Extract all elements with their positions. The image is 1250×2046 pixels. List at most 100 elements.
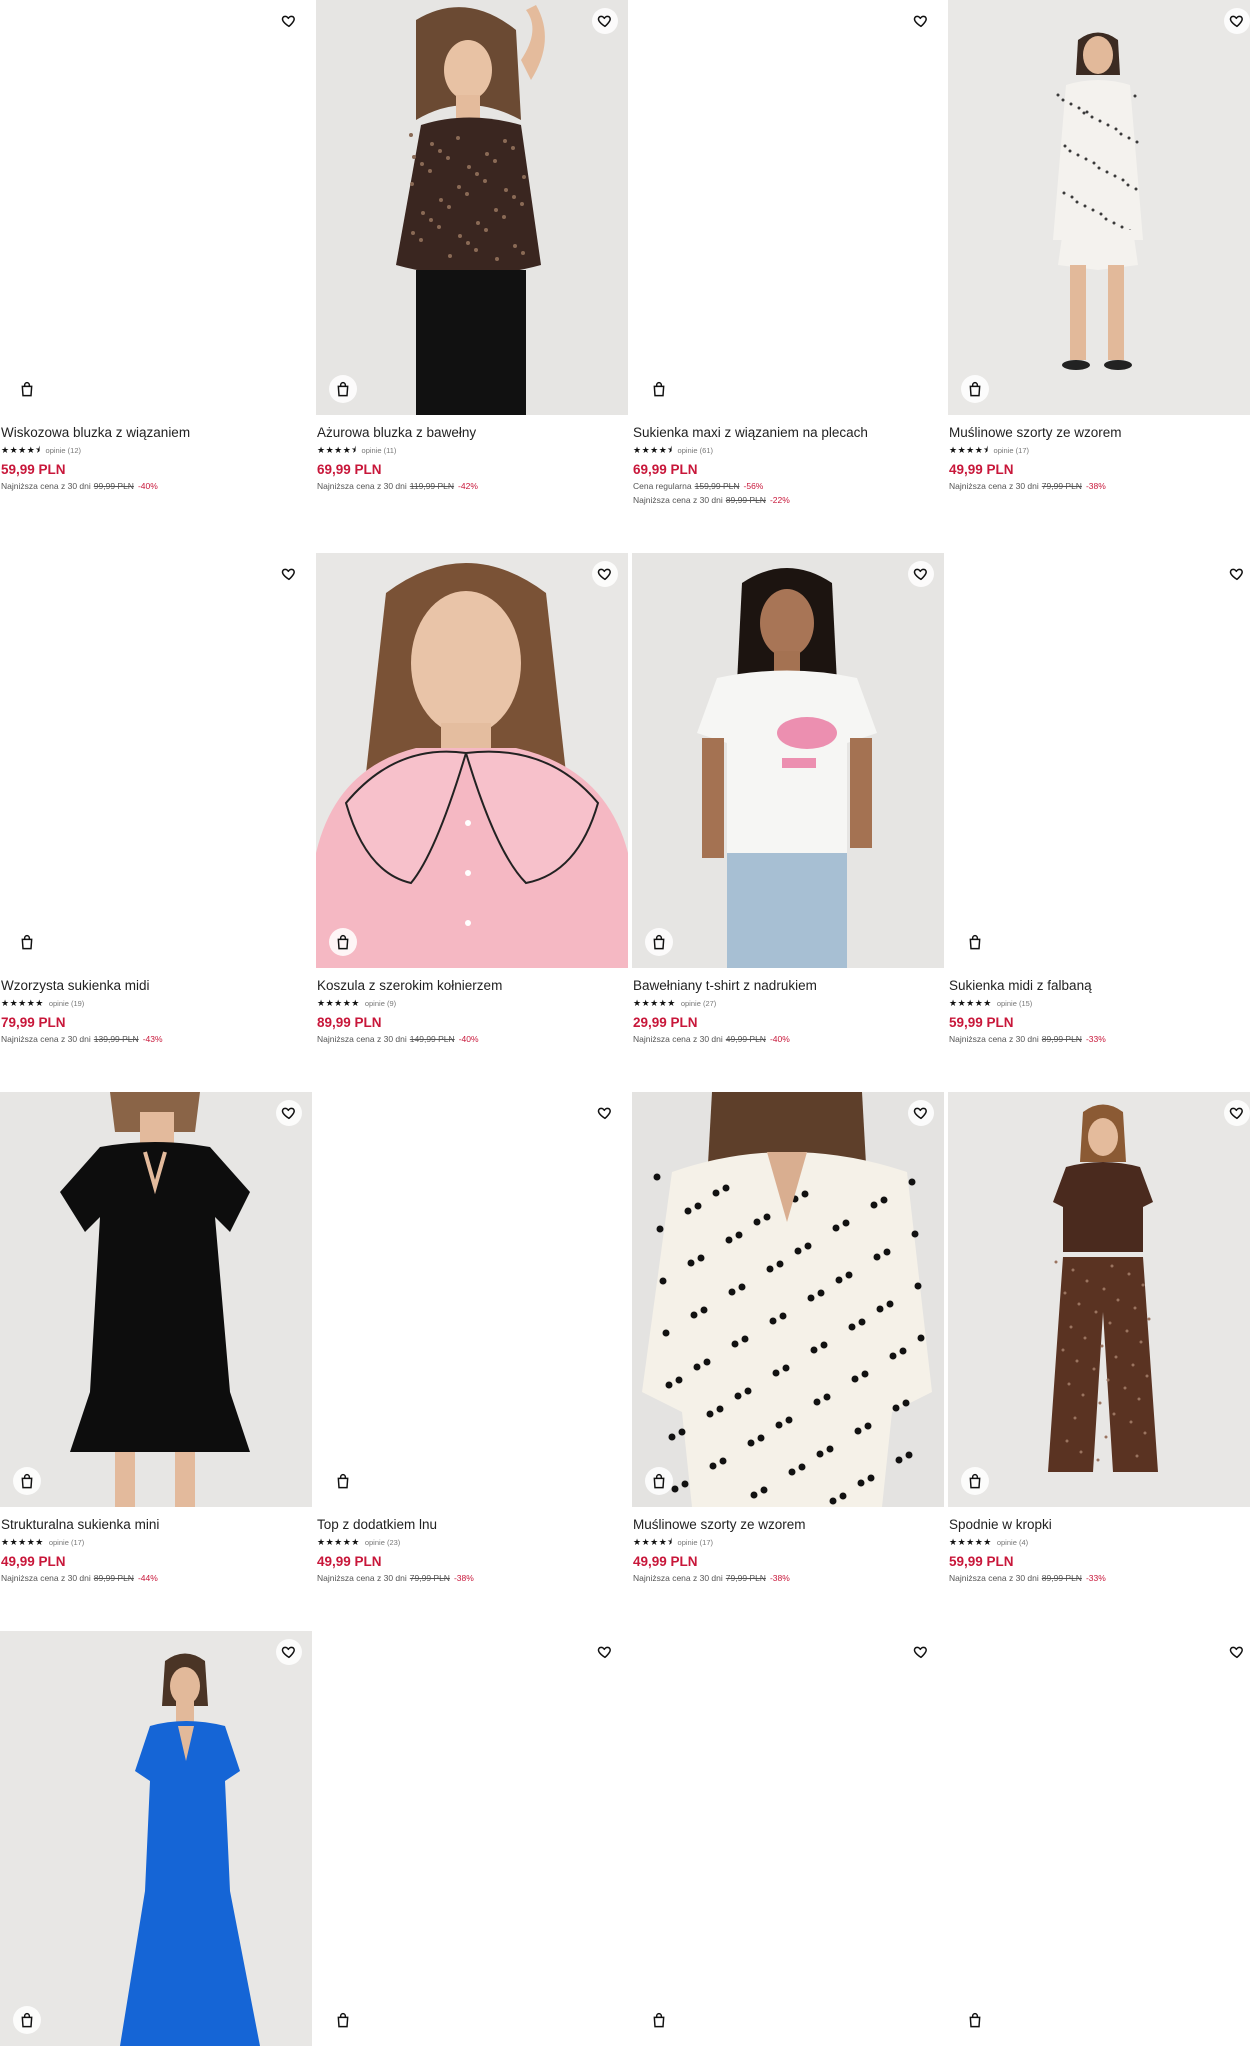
product-name-link[interactable]: Wzorzysta sukienka midi — [1, 977, 311, 995]
product-info: Muślinowe szorty ze wzorem ★★★★⯨ opinie (1… — [633, 1516, 943, 1584]
add-to-cart-button[interactable] — [645, 1467, 673, 1495]
add-to-favorites-button[interactable] — [276, 561, 302, 587]
shopping-bag-icon — [20, 1473, 34, 1489]
heart-icon — [597, 566, 613, 582]
add-to-favorites-button[interactable] — [592, 561, 618, 587]
shopping-bag-icon — [968, 2012, 982, 2028]
add-to-cart-button[interactable] — [961, 928, 989, 956]
price-history-label: Najniższa cena z 30 dni — [949, 1573, 1039, 1583]
product-info: Koszula z szerokim kołnierzem ★★★★★ opinie… — [317, 977, 627, 1045]
product-price: 49,99 PLN — [949, 462, 1014, 477]
price-history-label: Najniższa cena z 30 dni — [317, 1573, 407, 1583]
product-info: Muślinowe szorty ze wzorem ★★★★⯨ opinie (1… — [949, 424, 1250, 492]
product-name-link[interactable]: Sukienka midi z falbaną — [949, 977, 1250, 995]
add-to-cart-button[interactable] — [645, 2006, 673, 2034]
add-to-favorites-button[interactable] — [908, 1639, 934, 1665]
product-name-link[interactable]: Top z dodatkiem lnu — [317, 1516, 627, 1534]
add-to-favorites-button[interactable] — [1224, 8, 1250, 34]
product-image[interactable] — [0, 553, 312, 968]
price-history-line: Najniższa cena z 30 dni 139,99 PLN -43% — [1, 1033, 311, 1045]
add-to-favorites-button[interactable] — [908, 1100, 934, 1126]
heart-icon — [281, 1105, 297, 1121]
product-image[interactable] — [948, 0, 1250, 415]
product-name-link[interactable]: Bawełniany t-shirt z nadrukiem — [633, 977, 943, 995]
heart-icon — [913, 566, 929, 582]
add-to-cart-button[interactable] — [13, 2006, 41, 2034]
rating-stars: ★★★★⯨ — [317, 445, 357, 455]
add-to-cart-button[interactable] — [329, 928, 357, 956]
add-to-favorites-button[interactable] — [276, 1100, 302, 1126]
product-info: Sukienka maxi z wiązaniem na plecach ★★★★… — [633, 424, 943, 506]
add-to-cart-button[interactable] — [961, 375, 989, 403]
heart-icon — [913, 1105, 929, 1121]
add-to-cart-button[interactable] — [13, 1467, 41, 1495]
product-image[interactable] — [632, 0, 944, 415]
price-history-label: Najniższa cena z 30 dni — [949, 1034, 1039, 1044]
old-price: 149,99 PLN — [409, 1034, 455, 1044]
add-to-favorites-button[interactable] — [592, 1639, 618, 1665]
reviews-count: opinie (4) — [996, 1537, 1029, 1547]
add-to-cart-button[interactable] — [961, 1467, 989, 1495]
product-image[interactable] — [632, 1631, 944, 2046]
add-to-favorites-button[interactable] — [1224, 561, 1250, 587]
rating-stars: ★★★★⯨ — [633, 445, 673, 455]
product-image[interactable] — [0, 1092, 312, 1507]
shopping-bag-icon — [20, 2012, 34, 2028]
shopping-bag-icon — [20, 934, 34, 950]
discount-badge: -56% — [743, 481, 764, 491]
product-name-link[interactable]: Sukienka maxi z wiązaniem na plecach — [633, 424, 943, 442]
add-to-favorites-button[interactable] — [1224, 1100, 1250, 1126]
product-rating: ★★★★★ opinie (15) — [949, 996, 1250, 1010]
old-price: 139,99 PLN — [93, 1034, 139, 1044]
add-to-cart-button[interactable] — [961, 2006, 989, 2034]
add-to-favorites-button[interactable] — [908, 8, 934, 34]
product-image[interactable] — [316, 0, 628, 415]
add-to-cart-button[interactable] — [13, 928, 41, 956]
product-name-link[interactable]: Muślinowe szorty ze wzorem — [633, 1516, 943, 1534]
price-history-line: Najniższa cena z 30 dni 89,99 PLN -33% — [949, 1033, 1250, 1045]
product-image[interactable] — [316, 1092, 628, 1507]
heart-icon — [597, 1105, 613, 1121]
add-to-favorites-button[interactable] — [1224, 1639, 1250, 1665]
add-to-favorites-button[interactable] — [276, 8, 302, 34]
product-name-link[interactable]: Wiskozowa bluzka z wiązaniem — [1, 424, 311, 442]
add-to-cart-button[interactable] — [645, 928, 673, 956]
price-history-label: Najniższa cena z 30 dni — [633, 1034, 723, 1044]
add-to-cart-button[interactable] — [329, 1467, 357, 1495]
add-to-cart-button[interactable] — [329, 2006, 357, 2034]
product-image[interactable] — [948, 1092, 1250, 1507]
price-history-line: Najniższa cena z 30 dni 79,99 PLN -38% — [949, 480, 1250, 492]
product-image[interactable] — [0, 1631, 312, 2046]
add-to-cart-button[interactable] — [13, 375, 41, 403]
product-price: 59,99 PLN — [1, 462, 66, 477]
product-image[interactable] — [632, 553, 944, 968]
product-image[interactable] — [948, 1631, 1250, 2046]
reviews-count: opinie (9) — [364, 998, 397, 1008]
product-rating: ★★★★★ opinie (9) — [317, 996, 627, 1010]
product-name-link[interactable]: Spodnie w kropki — [949, 1516, 1250, 1534]
rating-stars: ★★★★★ — [317, 1537, 360, 1547]
add-to-favorites-button[interactable] — [908, 561, 934, 587]
product-name-link[interactable]: Strukturalna sukienka mini — [1, 1516, 311, 1534]
product-name-link[interactable]: Ażurowa bluzka z bawełny — [317, 424, 627, 442]
product-image[interactable] — [316, 553, 628, 968]
price-history-line: Najniższa cena z 30 dni 149,99 PLN -40% — [317, 1033, 627, 1045]
add-to-cart-button[interactable] — [329, 375, 357, 403]
add-to-favorites-button[interactable] — [592, 8, 618, 34]
product-image[interactable] — [632, 1092, 944, 1507]
discount-badge: -40% — [769, 1034, 790, 1044]
product-image[interactable] — [0, 0, 312, 415]
add-to-favorites-button[interactable] — [592, 1100, 618, 1126]
add-to-favorites-button[interactable] — [276, 1639, 302, 1665]
old-price: 89,99 PLN — [725, 495, 766, 505]
old-price: 89,99 PLN — [1041, 1034, 1082, 1044]
product-name-link[interactable]: Muślinowe szorty ze wzorem — [949, 424, 1250, 442]
product-image[interactable] — [948, 553, 1250, 968]
price-history-label: Najniższa cena z 30 dni — [949, 481, 1039, 491]
product-name-link[interactable]: Koszula z szerokim kołnierzem — [317, 977, 627, 995]
product-image[interactable] — [316, 1631, 628, 2046]
product-price: 29,99 PLN — [633, 1015, 698, 1030]
add-to-cart-button[interactable] — [645, 375, 673, 403]
shopping-bag-icon — [652, 934, 666, 950]
heart-icon — [1229, 1644, 1245, 1660]
